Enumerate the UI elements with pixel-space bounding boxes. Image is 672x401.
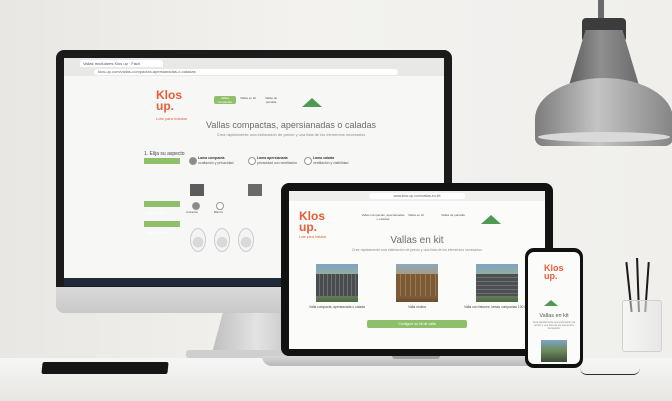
product-image-rustica[interactable] — [396, 264, 438, 302]
option-calada[interactable]: Lama calada ventilación y visibilidad — [313, 156, 365, 165]
nav-compactas[interactable]: Vallas compactas, apersianadas o caladas — [214, 96, 236, 104]
swatch-antracita[interactable] — [190, 184, 204, 196]
logo-triangle-icon — [302, 98, 322, 107]
laptop-klosup-logo[interactable]: Klos up. — [299, 210, 325, 234]
laptop-nav-compactas[interactable]: Vallas compactas, apersianadas o caladas — [361, 213, 405, 221]
radio-antracita[interactable] — [192, 202, 200, 210]
radio-blanco[interactable] — [216, 202, 224, 210]
product-caption-listones[interactable]: Valla con listones, lamas compactas 100 … — [462, 305, 532, 309]
option-apersianada[interactable]: Lama apersianada privacidad con ventilaci… — [257, 156, 309, 165]
lamp-rim — [538, 132, 670, 142]
radio-compacta[interactable] — [189, 157, 197, 165]
laptop-address-bar[interactable]: www.klos-up.com/vallas-en-kit — [369, 193, 465, 199]
browser-tab[interactable]: Vallas modulares Klos up · Fácil — [80, 60, 163, 67]
laptop-logo-triangle-icon — [481, 215, 501, 224]
phone-page-subtitle: Cree rápidamente una estimación de preci… — [532, 321, 576, 330]
laptop-nav-kit[interactable]: Vallas en kit — [401, 213, 431, 217]
phone-logo-triangle-icon — [544, 300, 558, 306]
radio-calada[interactable] — [304, 157, 312, 165]
step-title: 1. Elija su aspecto — [144, 151, 185, 157]
laptop-notch — [392, 356, 440, 359]
product-caption-compacta[interactable]: Valla compacta, apersianada o calada — [302, 305, 372, 309]
phone-page-title: Vallas en kit — [539, 313, 569, 319]
laptop-browser-chrome: www.klos-up.com/vallas-en-kit — [289, 191, 545, 201]
laptop-page-title: Vallas en kit — [390, 235, 444, 246]
nav-pantalla[interactable]: Vallas de pantalla — [260, 96, 282, 104]
product-image-listones[interactable] — [476, 264, 518, 302]
laptop-page-subtitle: Cree rápidamente una estimación de preci… — [352, 248, 482, 252]
address-bar[interactable]: klos-up.com/vallas-compactas-apersianada… — [94, 69, 398, 75]
nav-kit[interactable]: Vallas en kit — [240, 96, 256, 104]
pen-holder — [622, 300, 662, 352]
phone-klosup-logo[interactable]: Klos up. — [544, 264, 564, 281]
side-label-color: Elija el color — [144, 201, 180, 215]
laptop-nav-pantalla[interactable]: Vallas de pantalla — [431, 213, 475, 217]
logo-line2: up. — [156, 99, 174, 113]
laptop-screen: www.klos-up.com/vallas-en-kit Klos up. L… — [289, 191, 545, 349]
tablet-device — [41, 362, 169, 374]
configure-kit-button[interactable]: Configure su kit de valla — [367, 320, 467, 328]
radio-apersianada[interactable] — [248, 157, 256, 165]
post-option-2[interactable] — [214, 228, 230, 252]
product-image-compacta[interactable] — [316, 264, 358, 302]
product-caption-rustica[interactable]: Valla rústica — [382, 305, 452, 309]
phone-screen: Klos up. Vallas en kit Cree rápidamente … — [528, 252, 580, 364]
laptop-logo-line2: up. — [299, 220, 317, 234]
laptop-tagline: Lote para Instalar — [299, 235, 327, 239]
page-title: Vallas compactas, apersianadas o caladas — [206, 120, 376, 130]
swatch-gris[interactable] — [248, 184, 262, 196]
side-label-aspecto — [144, 158, 180, 164]
browser-chrome: Vallas modulares Klos up · Fácil klos-up… — [64, 58, 444, 76]
label-antracita: Antracita — [186, 210, 198, 214]
post-option-1[interactable] — [190, 228, 206, 252]
side-label-poste: Tipo de poste — [144, 221, 180, 235]
klosup-logo[interactable]: Klos up. — [156, 89, 182, 113]
charging-cable — [580, 368, 640, 375]
label-blanco: Blanco — [214, 210, 224, 214]
phone-product-image[interactable] — [541, 340, 567, 362]
post-option-3[interactable] — [238, 228, 254, 252]
option-compacta[interactable]: Lama compacta ocultación y privacidad — [198, 156, 250, 165]
phone-logo-line2: up. — [544, 271, 558, 281]
page-subtitle: Crea rápidamente una estimación de preci… — [216, 132, 366, 137]
